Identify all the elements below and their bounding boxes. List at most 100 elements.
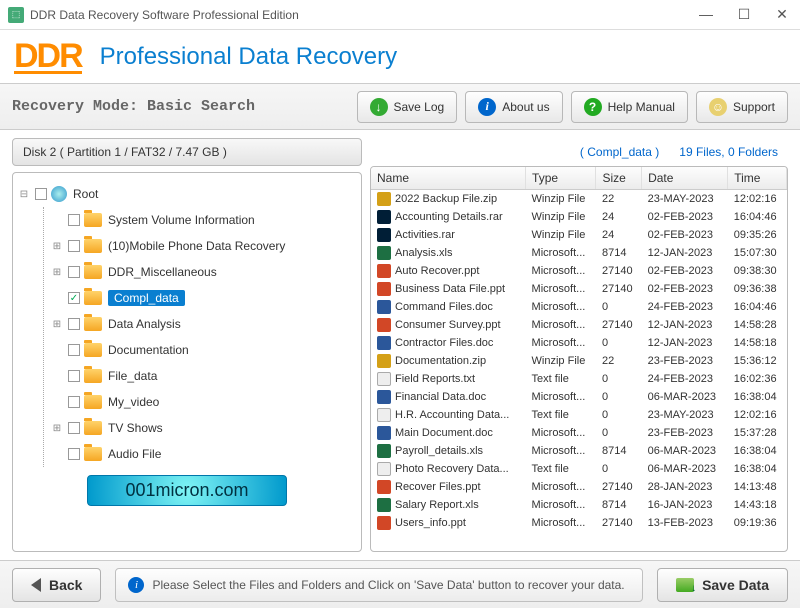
checkbox[interactable] [68, 266, 80, 278]
checkbox[interactable]: ✓ [68, 292, 80, 304]
recovery-mode-label: Recovery Mode: Basic Search [12, 98, 349, 115]
file-icon [377, 264, 391, 278]
col-name[interactable]: Name [371, 167, 526, 190]
file-row[interactable]: Activities.rarWinzip File2402-FEB-202309… [371, 226, 787, 244]
minimize-button[interactable]: — [696, 6, 716, 23]
checkbox[interactable] [68, 396, 80, 408]
file-type: Microsoft... [526, 316, 596, 334]
checkbox[interactable] [68, 214, 80, 226]
file-row[interactable]: Command Files.docMicrosoft...024-FEB-202… [371, 298, 787, 316]
file-list[interactable]: Name Type Size Date Time 2022 Backup Fil… [370, 166, 788, 552]
tree-node[interactable]: ⊞(10)Mobile Phone Data Recovery [50, 233, 357, 259]
file-row[interactable]: Field Reports.txtText file024-FEB-202316… [371, 370, 787, 388]
file-type: Text file [526, 370, 596, 388]
file-size: 27140 [596, 478, 642, 496]
file-row[interactable]: 2022 Backup File.zipWinzip File2223-MAY-… [371, 190, 787, 209]
file-row[interactable]: Analysis.xlsMicrosoft...871412-JAN-20231… [371, 244, 787, 262]
file-row[interactable]: Contractor Files.docMicrosoft...012-JAN-… [371, 334, 787, 352]
expander-icon[interactable]: ⊞ [50, 423, 64, 434]
file-row[interactable]: Photo Recovery Data...Text file006-MAR-2… [371, 460, 787, 478]
toolbar: Recovery Mode: Basic Search ↓Save Log iA… [0, 84, 800, 130]
file-icon [377, 480, 391, 494]
tree-root[interactable]: ⊟ Root [17, 181, 357, 207]
file-row[interactable]: Auto Recover.pptMicrosoft...2714002-FEB-… [371, 262, 787, 280]
checkbox[interactable] [68, 370, 80, 382]
file-type: Winzip File [526, 226, 596, 244]
file-size: 0 [596, 298, 642, 316]
close-button[interactable]: ✕ [772, 6, 792, 23]
file-icon [377, 246, 391, 260]
tree-node[interactable]: Documentation [50, 337, 357, 363]
file-row[interactable]: Financial Data.docMicrosoft...006-MAR-20… [371, 388, 787, 406]
tree-node[interactable]: My_video [50, 389, 357, 415]
tree-label: Audio File [108, 447, 161, 461]
help-manual-button[interactable]: ?Help Manual [571, 91, 688, 123]
tree-node[interactable]: ✓Compl_data [50, 285, 357, 311]
col-type[interactable]: Type [526, 167, 596, 190]
file-size: 0 [596, 334, 642, 352]
col-size[interactable]: Size [596, 167, 642, 190]
file-icon [377, 462, 391, 476]
file-row[interactable]: H.R. Accounting Data...Text file023-MAY-… [371, 406, 787, 424]
expander-icon[interactable]: ⊞ [50, 241, 64, 252]
micron-banner[interactable]: 001micron.com [87, 475, 287, 506]
arrow-left-icon [31, 578, 41, 592]
tree-node[interactable]: ⊞Data Analysis [50, 311, 357, 337]
file-icon [377, 516, 391, 530]
file-count-label: 19 Files, 0 Folders [679, 145, 778, 159]
checkbox[interactable] [68, 344, 80, 356]
tree-node[interactable]: File_data [50, 363, 357, 389]
file-row[interactable]: Users_info.pptMicrosoft...2714013-FEB-20… [371, 514, 787, 532]
file-row[interactable]: Payroll_details.xlsMicrosoft...871406-MA… [371, 442, 787, 460]
about-us-button[interactable]: iAbout us [465, 91, 562, 123]
file-name: Accounting Details.rar [395, 211, 503, 223]
tree-node[interactable]: System Volume Information [50, 207, 357, 233]
tree-node[interactable]: ⊞DDR_Miscellaneous [50, 259, 357, 285]
expander-icon[interactable]: ⊞ [50, 267, 64, 278]
titlebar: ⬚ DDR Data Recovery Software Professiona… [0, 0, 800, 30]
file-icon [377, 498, 391, 512]
file-row[interactable]: Business Data File.pptMicrosoft...271400… [371, 280, 787, 298]
file-icon [377, 282, 391, 296]
tree-node[interactable]: ⊞ TV Shows [50, 415, 357, 441]
file-type: Microsoft... [526, 424, 596, 442]
file-time: 15:37:28 [728, 424, 787, 442]
file-time: 09:35:26 [728, 226, 787, 244]
file-type: Microsoft... [526, 496, 596, 514]
file-size: 27140 [596, 316, 642, 334]
checkbox[interactable] [68, 448, 80, 460]
expander-icon[interactable]: ⊞ [50, 319, 64, 330]
tree-node[interactable]: Audio File [50, 441, 357, 467]
support-button[interactable]: ☺Support [696, 91, 788, 123]
back-button[interactable]: Back [12, 568, 101, 602]
file-time: 14:13:48 [728, 478, 787, 496]
expander-icon[interactable]: ⊟ [17, 189, 31, 200]
folder-icon [84, 265, 102, 279]
file-date: 24-FEB-2023 [642, 370, 728, 388]
footer: Back iPlease Select the Files and Folder… [0, 560, 800, 608]
maximize-button[interactable]: ☐ [734, 6, 754, 23]
checkbox[interactable] [68, 422, 80, 434]
tree-label: TV Shows [108, 421, 163, 435]
file-time: 16:04:46 [728, 208, 787, 226]
file-row[interactable]: Consumer Survey.pptMicrosoft...2714012-J… [371, 316, 787, 334]
col-date[interactable]: Date [642, 167, 728, 190]
file-row[interactable]: Documentation.zipWinzip File2223-FEB-202… [371, 352, 787, 370]
file-row[interactable]: Main Document.docMicrosoft...023-FEB-202… [371, 424, 787, 442]
file-name: Documentation.zip [395, 355, 486, 367]
save-data-button[interactable]: Save Data [657, 568, 788, 602]
folder-icon [84, 395, 102, 409]
file-date: 23-MAY-2023 [642, 406, 728, 424]
folder-tree[interactable]: ⊟ Root System Volume Information⊞(10)Mob… [12, 172, 362, 552]
col-time[interactable]: Time [728, 167, 787, 190]
checkbox[interactable] [68, 240, 80, 252]
checkbox[interactable] [68, 318, 80, 330]
file-row[interactable]: Salary Report.xlsMicrosoft...871416-JAN-… [371, 496, 787, 514]
file-row[interactable]: Accounting Details.rarWinzip File2402-FE… [371, 208, 787, 226]
save-log-button[interactable]: ↓Save Log [357, 91, 458, 123]
file-icon [377, 372, 391, 386]
file-row[interactable]: Recover Files.pptMicrosoft...2714028-JAN… [371, 478, 787, 496]
folder-icon [84, 291, 102, 305]
file-type: Microsoft... [526, 262, 596, 280]
checkbox[interactable] [35, 188, 47, 200]
